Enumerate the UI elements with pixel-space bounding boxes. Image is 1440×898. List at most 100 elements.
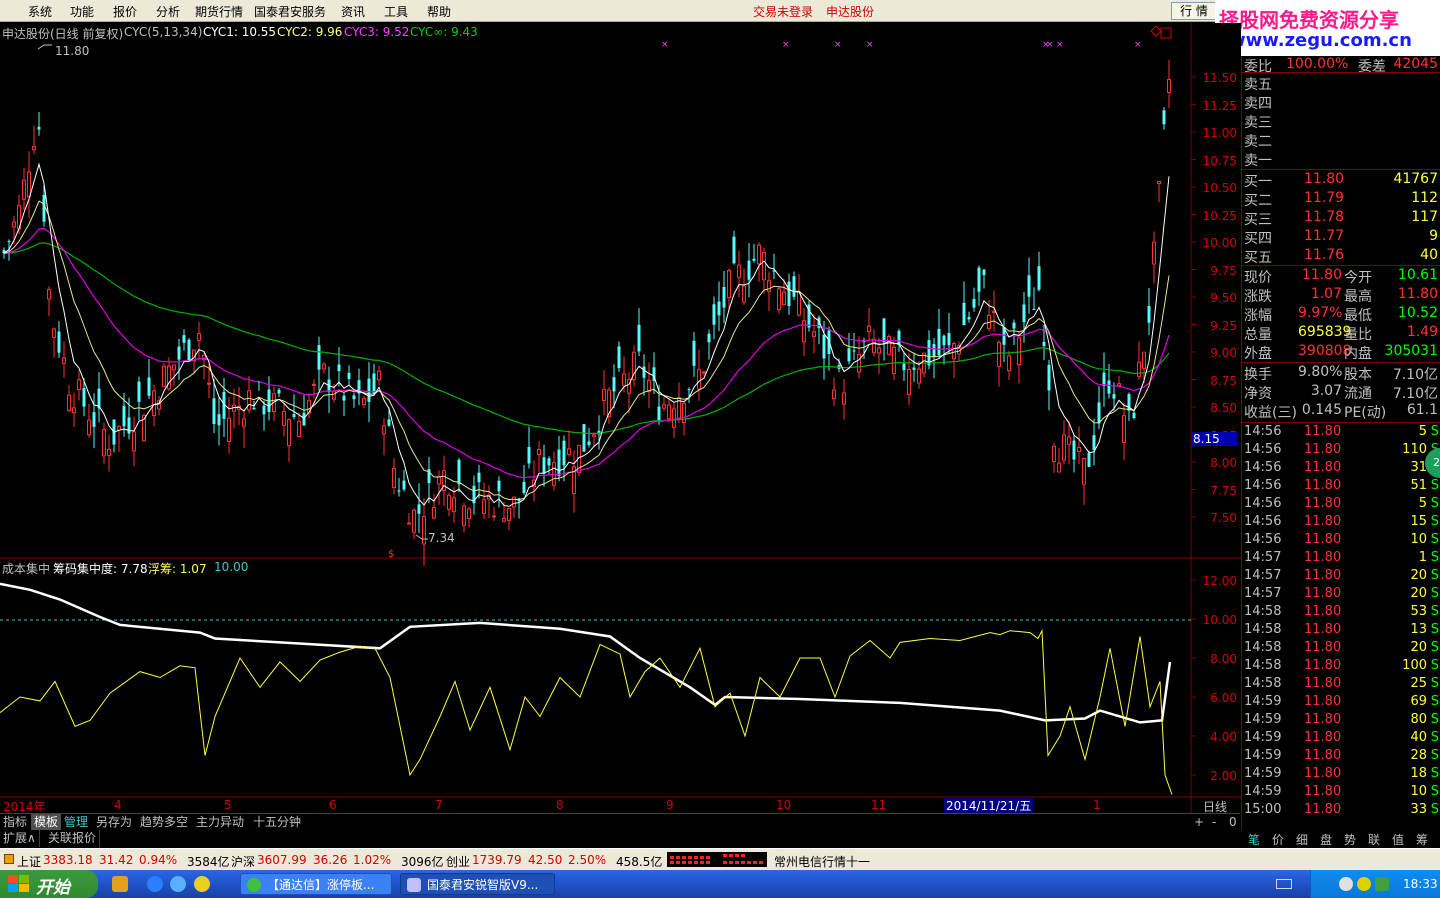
server-name[interactable]: 常州电信行情十一 [774, 853, 870, 870]
browser-icon[interactable] [170, 876, 186, 892]
tab-manage[interactable]: 管理 [61, 814, 91, 831]
finance-label: 股本 [1344, 367, 1372, 383]
menu-gtja-service[interactable]: 国泰君安服务 [254, 3, 326, 20]
stat-row: 现价 11.80 今开 10.61 [1242, 267, 1440, 286]
candle-body [1037, 266, 1041, 290]
tick-row[interactable]: 14:56 11.80 110 S [1242, 442, 1440, 460]
detail-tab[interactable]: 值 [1386, 831, 1410, 848]
menu-system[interactable]: 系统 [28, 3, 52, 20]
tick-row[interactable]: 14:59 11.80 40 S [1242, 730, 1440, 748]
tick-row[interactable]: 14:56 11.80 5 S [1242, 496, 1440, 514]
buy-row[interactable]: 买三 11.78 117 [1242, 209, 1440, 228]
tick-price: 11.80 [1304, 730, 1342, 745]
tick-time: 14:57 [1244, 586, 1282, 601]
candle-body [362, 397, 366, 406]
tick-row[interactable]: 14:59 11.80 28 S [1242, 748, 1440, 766]
cy-index-amount: 458.5亿 [616, 855, 663, 869]
sub-indicator-name[interactable]: 成本集中 [2, 560, 50, 577]
buy-row[interactable]: 买五 11.76 40 [1242, 247, 1440, 266]
tab-main-flow[interactable]: 主力异动 [193, 814, 247, 831]
tick-row[interactable]: 14:56 11.80 31 S [1242, 460, 1440, 478]
buy-label: 买四 [1244, 231, 1272, 247]
stat-label: 量比 [1344, 327, 1372, 343]
sh-index-name[interactable]: 上证 [17, 853, 41, 870]
detail-tab[interactable]: 联 [1362, 831, 1386, 848]
shield-icon[interactable] [1375, 877, 1389, 891]
menu-news[interactable]: 资讯 [341, 3, 365, 20]
tick-row[interactable]: 14:59 11.80 69 S [1242, 694, 1440, 712]
tick-row[interactable]: 14:56 11.80 10 S [1242, 532, 1440, 550]
keyboard-icon[interactable] [1276, 879, 1292, 889]
tick-price: 11.80 [1304, 568, 1342, 583]
tab-trend[interactable]: 趋势多空 [137, 814, 191, 831]
tray-icon[interactable] [1339, 877, 1353, 891]
start-button[interactable]: 开始 [0, 870, 98, 898]
menu-help[interactable]: 帮助 [427, 3, 451, 20]
detail-tab[interactable]: 筹 [1410, 831, 1434, 848]
zoom-in-button[interactable]: + [1191, 814, 1207, 831]
tab-indicator[interactable]: 指标 [0, 814, 30, 831]
chart-canvas[interactable]: × × × × ×× × ×$ [0, 23, 1241, 813]
menu-analysis[interactable]: 分析 [156, 3, 180, 20]
tick-row[interactable]: 14:59 11.80 80 S [1242, 712, 1440, 730]
tick-row[interactable]: 14:57 11.80 20 S [1242, 568, 1440, 586]
detail-tab[interactable]: 盘 [1314, 831, 1338, 848]
sell-row[interactable]: 卖一 [1242, 150, 1440, 169]
tick-row[interactable]: 14:59 11.80 10 S [1242, 784, 1440, 802]
menu-tools[interactable]: 工具 [384, 3, 408, 20]
indicator-name[interactable]: CYC(5,13,34) [124, 25, 202, 39]
tick-row[interactable]: 14:58 11.80 13 S [1242, 622, 1440, 640]
buy-volume: 9 [1429, 228, 1438, 244]
sell-row[interactable]: 卖二 [1242, 131, 1440, 150]
buy-row[interactable]: 买四 11.77 9 [1242, 228, 1440, 247]
cy-index-name[interactable]: 创业 [446, 853, 470, 870]
tick-row[interactable]: 14:58 11.80 100 S [1242, 658, 1440, 676]
expand-button[interactable]: 扩展∧ [0, 830, 40, 847]
menu-futures[interactable]: 期货行情 [195, 3, 243, 20]
app-icon[interactable] [194, 876, 210, 892]
tab-15min[interactable]: 十五分钟 [250, 814, 304, 831]
related-quote-button[interactable]: 关联报价 [45, 830, 101, 847]
hs-index-name[interactable]: 沪深 [231, 853, 255, 870]
tab-template[interactable]: 模板 [31, 814, 62, 831]
candle-body [832, 389, 836, 400]
buy-row[interactable]: 买一 11.80 41767 [1242, 171, 1440, 190]
login-status[interactable]: 交易未登录 [753, 3, 813, 20]
sell-row[interactable]: 卖五 [1242, 74, 1440, 93]
quote-button[interactable]: 行 情 [1171, 2, 1217, 20]
sell-row[interactable]: 卖三 [1242, 112, 1440, 131]
buy-row[interactable]: 买二 11.79 112 [1242, 190, 1440, 209]
cy-index-change: 42.50 [528, 853, 563, 867]
tick-row[interactable]: 14:56 11.80 51 S [1242, 478, 1440, 496]
tick-row[interactable]: 14:57 11.80 1 S [1242, 550, 1440, 568]
menu-function[interactable]: 功能 [70, 3, 94, 20]
task-tdx[interactable]: 【通达信】涨停板... [240, 873, 392, 895]
tick-row[interactable]: 14:58 11.80 53 S [1242, 604, 1440, 622]
tick-row[interactable]: 14:57 11.80 20 S [1242, 586, 1440, 604]
tray-icon[interactable] [1357, 877, 1371, 891]
candle-body [247, 390, 251, 411]
quicklaunch-icon[interactable] [112, 876, 128, 892]
task-gtja[interactable]: 国泰君安锐智版V9... [400, 873, 555, 895]
tick-row[interactable]: 14:58 11.80 25 S [1242, 676, 1440, 694]
candle-body [1032, 309, 1036, 311]
tick-row[interactable]: 14:56 11.80 15 S [1242, 514, 1440, 532]
tick-row[interactable]: 14:58 11.80 20 S [1242, 640, 1440, 658]
tick-row[interactable]: 14:56 11.80 5 S [1242, 424, 1440, 442]
detail-tab[interactable]: 势 [1338, 831, 1362, 848]
ie-icon[interactable] [147, 876, 163, 892]
tab-save-as[interactable]: 另存为 [93, 814, 135, 831]
tick-row[interactable]: 15:00 11.80 33 S [1242, 802, 1440, 820]
sell-row[interactable]: 卖四 [1242, 93, 1440, 112]
buy-label: 买二 [1244, 193, 1272, 209]
finance-value: 3.07 [1310, 383, 1342, 399]
menu-quote[interactable]: 报价 [113, 3, 137, 20]
detail-tab[interactable]: 价 [1266, 831, 1290, 848]
tick-row[interactable]: 14:59 11.80 18 S [1242, 766, 1440, 784]
status-bar: 上证 3383.18 31.42 0.94% 3584亿 沪深 3607.99 … [0, 848, 1440, 870]
detail-tab[interactable]: 笔 [1242, 831, 1266, 848]
zoom-reset-button[interactable]: 0 [1226, 814, 1240, 831]
zoom-out-button[interactable]: - [1209, 814, 1219, 831]
detail-tab[interactable]: 细 [1290, 831, 1314, 848]
tick-volume: 40 [1410, 730, 1427, 745]
